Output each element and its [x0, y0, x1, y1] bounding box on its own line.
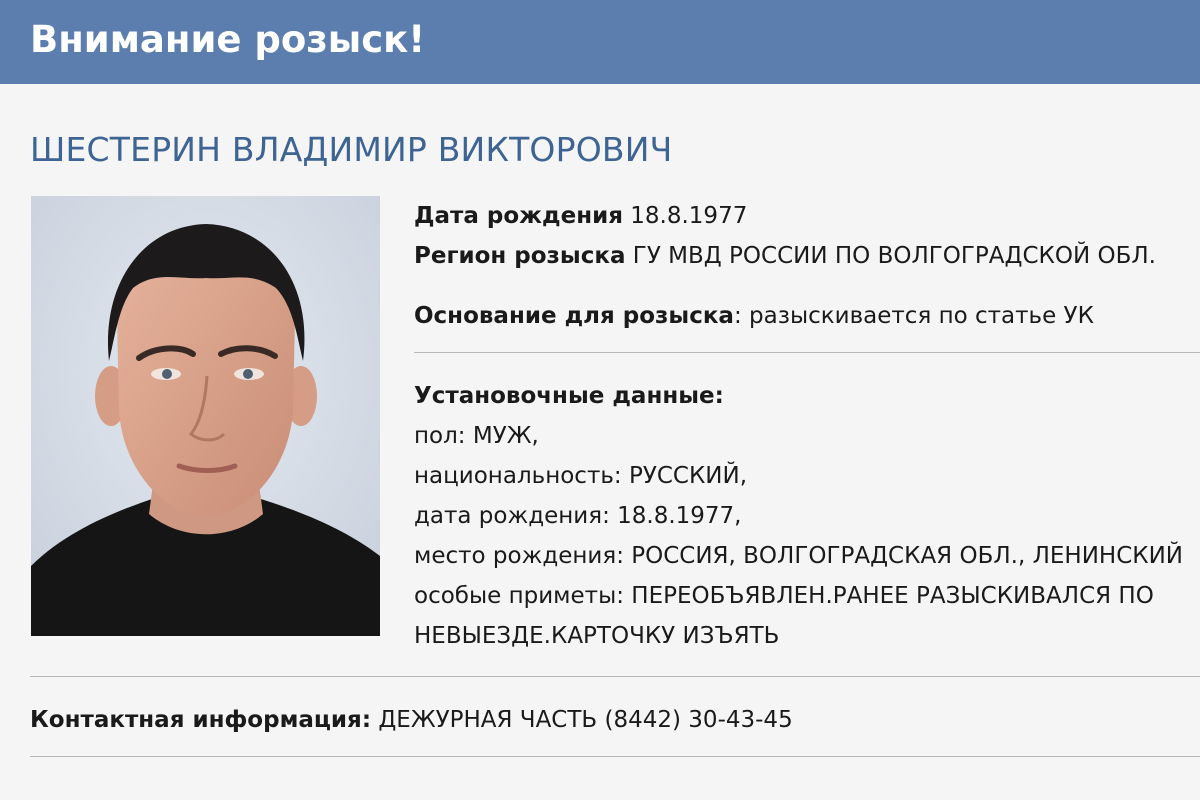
birth-date-value: 18.8.1977	[630, 203, 748, 229]
id-data-label: Установочные данные:	[414, 383, 724, 409]
identification-data: Установочные данные: пол: МУЖ, националь…	[414, 376, 1200, 656]
divider-details	[414, 352, 1200, 353]
person-photo	[31, 196, 380, 636]
birth-date-label: Дата рождения	[414, 203, 623, 229]
divider-contact-top	[30, 676, 1200, 677]
page-header: Внимание розыск!	[0, 0, 1200, 84]
wanted-details: Дата рождения 18.8.1977 Регион розыска Г…	[414, 196, 1200, 336]
id-line: особые приметы: ПЕРЕОБЪЯВЛЕН.РАНЕЕ РАЗЫС…	[414, 583, 1154, 609]
id-line: место рождения: РОССИЯ, ВОЛГОГРАДСКАЯ ОБ…	[414, 543, 1184, 569]
id-line: пол: МУЖ,	[414, 423, 539, 449]
region-value: ГУ МВД РОССИИ ПО ВОЛГОГРАДСКОЙ ОБЛ.	[632, 243, 1156, 269]
id-line: национальность: РУССКИЙ,	[414, 463, 748, 489]
contact-value: ДЕЖУРНАЯ ЧАСТЬ (8442) 30-43-45	[378, 707, 793, 733]
basis-row: Основание для розыска: разыскивается по …	[414, 296, 1200, 336]
header-title: Внимание розыск!	[30, 18, 426, 61]
divider-contact-bottom	[30, 756, 1200, 757]
basis-value: : разыскивается по статье УК	[733, 303, 1094, 329]
birth-date-row: Дата рождения 18.8.1977	[414, 196, 1200, 236]
id-line: дата рождения: 18.8.1977,	[414, 503, 742, 529]
contact-label: Контактная информация:	[30, 707, 372, 733]
id-data-heading: Установочные данные:	[414, 376, 1200, 416]
region-label: Регион розыска	[414, 243, 626, 269]
id-line: НЕВЫЕЗДЕ.КАРТОЧКУ ИЗЪЯТЬ	[414, 623, 780, 649]
contact-info: Контактная информация: ДЕЖУРНАЯ ЧАСТЬ (8…	[30, 700, 793, 740]
person-name: ШЕСТЕРИН ВЛАДИМИР ВИКТОРОВИЧ	[30, 130, 673, 169]
basis-label: Основание для розыска	[414, 303, 734, 329]
region-row: Регион розыска ГУ МВД РОССИИ ПО ВОЛГОГРА…	[414, 236, 1200, 276]
